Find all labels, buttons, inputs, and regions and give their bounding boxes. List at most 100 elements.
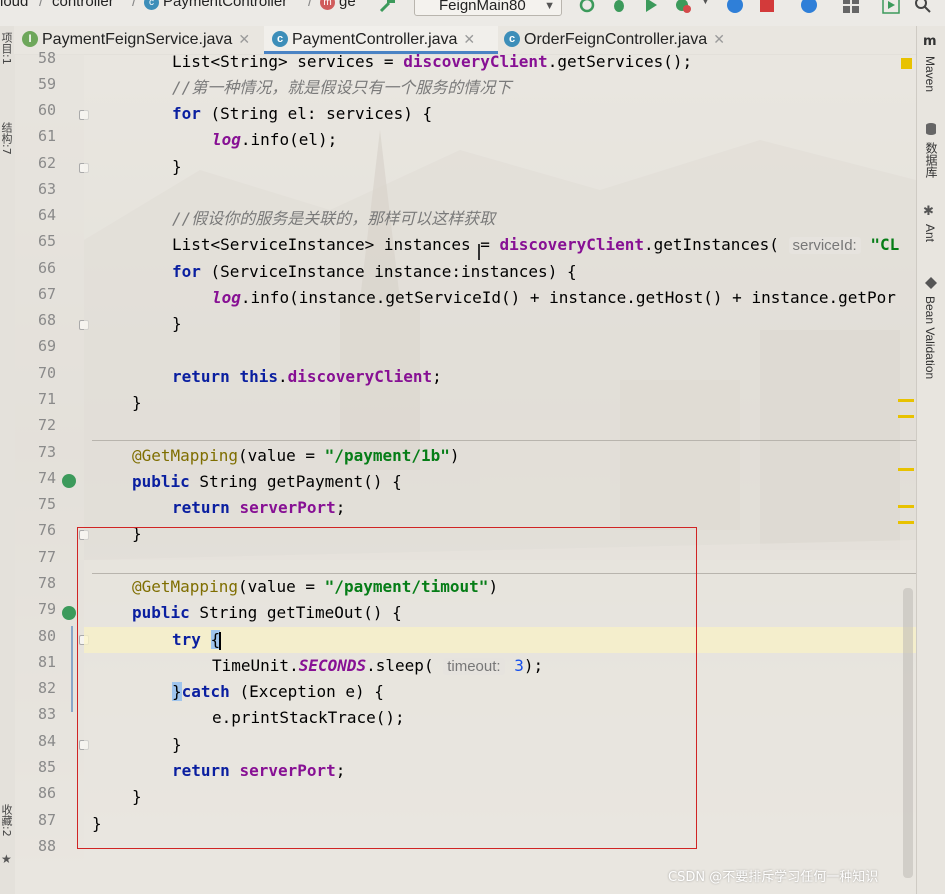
line-number: 76 <box>37 521 56 539</box>
line-number: 70 <box>37 364 56 382</box>
version-control-icon[interactable] <box>800 0 818 14</box>
line-number: 74 <box>37 469 56 487</box>
breadcrumb-method[interactable]: m ge <box>320 0 356 10</box>
rerun-icon[interactable] <box>578 0 596 14</box>
line-number: 67 <box>37 285 56 303</box>
line-number: 73 <box>37 443 56 461</box>
line-number: 75 <box>37 495 56 513</box>
breadcrumb-package[interactable]: controller <box>52 0 114 10</box>
debug-icon[interactable] <box>610 0 628 14</box>
run-configuration-select[interactable]: FeignMain80 ▼ <box>414 0 562 16</box>
editor-gutter[interactable]: 58 59 60 61 62 63 64 65 66 67 68 69 70 7… <box>14 49 89 894</box>
line-number: 63 <box>37 180 56 198</box>
search-icon[interactable] <box>914 0 932 14</box>
run-anything-icon[interactable] <box>882 0 900 14</box>
scrollbar-warning-mark[interactable] <box>898 468 914 471</box>
line-number: 60 <box>37 101 56 119</box>
line-number: 83 <box>37 705 56 723</box>
line-number: 62 <box>37 154 56 172</box>
tool-window-database[interactable]: 数据库 <box>923 142 940 178</box>
build-hammer-icon[interactable] <box>378 0 396 14</box>
profile-icon[interactable] <box>674 0 692 14</box>
breadcrumb-separator: / <box>308 0 313 10</box>
line-number: 77 <box>37 548 56 566</box>
code-line-67: log.info(instance.getServiceId() + insta… <box>212 288 896 307</box>
code-line-59: //第一种情况，就是假设只有一个服务的情况下 <box>172 78 512 97</box>
line-number: 68 <box>37 311 56 329</box>
coverage-icon[interactable] <box>642 0 660 14</box>
line-number: 80 <box>37 627 56 645</box>
parameter-hint: serviceId: <box>788 237 861 254</box>
line-number: 84 <box>37 732 56 750</box>
line-number: 69 <box>37 337 56 355</box>
chevron-down-icon[interactable]: ▼ <box>700 0 711 7</box>
tab-payment-controller[interactable]: c PaymentController.java ✕ <box>264 26 498 54</box>
highlight-box <box>77 527 697 849</box>
tool-window-favorites[interactable]: 收藏:2 <box>0 804 14 837</box>
breadcrumb-class[interactable]: c PaymentController <box>144 0 287 10</box>
tool-window-project[interactable]: 项目:1 <box>0 32 14 65</box>
code-line-68: } <box>172 314 182 333</box>
endpoint-run-icon[interactable] <box>62 474 76 488</box>
line-number: 61 <box>37 127 56 145</box>
line-number: 71 <box>37 390 56 408</box>
scrollbar-warning-mark[interactable] <box>898 505 914 508</box>
tool-window-maven[interactable]: Maven <box>923 56 937 92</box>
line-number: 81 <box>37 653 56 671</box>
mouse-ibeam-cursor <box>478 244 480 260</box>
class-icon: c <box>272 31 288 47</box>
code-line-64: //假设你的服务是关联的，那样可以这样获取 <box>172 209 496 228</box>
code-line-60: for (String el: services) { <box>172 104 433 123</box>
inspection-warning-icon[interactable] <box>901 58 912 69</box>
scrollbar-warning-mark[interactable] <box>898 399 914 402</box>
code-line-74: public String getPayment() { <box>132 472 402 491</box>
chevron-down-icon: ▼ <box>544 0 555 12</box>
line-number: 82 <box>37 679 56 697</box>
vertical-scrollbar-thumb[interactable] <box>903 588 913 878</box>
breadcrumb-module[interactable]: loud <box>0 0 28 10</box>
tool-window-ant[interactable]: Ant <box>923 224 937 242</box>
code-line-70: return this.discoveryClient; <box>172 367 442 386</box>
code-line-61: log.info(el); <box>212 130 338 149</box>
code-line-73: @GetMapping(value = "/payment/1b") <box>132 446 460 465</box>
class-icon: c <box>144 0 159 10</box>
breadcrumb-separator: / <box>132 0 137 10</box>
project-structure-icon[interactable] <box>842 0 860 14</box>
class-icon: c <box>504 31 520 47</box>
line-number: 88 <box>37 837 56 855</box>
tool-window-bean-validation[interactable]: Bean Validation <box>923 296 937 379</box>
breadcrumb-separator: / <box>39 0 44 10</box>
line-number: 78 <box>37 574 56 592</box>
scrollbar-warning-mark[interactable] <box>898 521 914 524</box>
line-number: 72 <box>37 416 56 434</box>
tab-order-feign-controller[interactable]: c OrderFeignController.java ✕ <box>496 26 736 54</box>
interface-icon: I <box>22 31 38 47</box>
line-number: 59 <box>37 75 56 93</box>
maven-icon: m <box>923 34 937 49</box>
star-icon[interactable]: ★ <box>1 852 12 866</box>
line-number: 79 <box>37 600 56 618</box>
code-line-66: for (ServiceInstance instance:instances)… <box>172 262 577 281</box>
stop-icon[interactable] <box>758 0 776 14</box>
watermark: CSDN @不要排斥学习任何一种知识 <box>668 870 879 885</box>
change-marker <box>71 626 73 712</box>
line-number: 85 <box>37 758 56 776</box>
line-number: 64 <box>37 206 56 224</box>
method-icon: m <box>320 0 335 10</box>
code-line-62: } <box>172 157 182 176</box>
editor-tab-bar: I PaymentFeignService.java ✕ c PaymentContr… <box>14 26 916 55</box>
scrollbar-warning-mark[interactable] <box>898 415 914 418</box>
code-line-71: } <box>132 393 142 412</box>
bean-validation-icon <box>925 277 937 289</box>
close-icon[interactable]: ✕ <box>238 31 250 47</box>
line-number: 66 <box>37 259 56 277</box>
update-running-app-icon[interactable] <box>726 0 744 14</box>
right-tool-window-strip: m Maven 数据库 ✱ Ant Bean Validation <box>916 26 945 894</box>
line-number: 87 <box>37 811 56 829</box>
left-tool-window-strip: 项目:1 结构:7 收藏:2 ★ <box>0 26 15 894</box>
tool-window-structure[interactable]: 结构:7 <box>0 122 14 155</box>
close-icon[interactable]: ✕ <box>463 31 475 47</box>
close-icon[interactable]: ✕ <box>713 31 725 47</box>
endpoint-run-icon[interactable] <box>62 606 76 620</box>
method-separator <box>92 440 916 441</box>
